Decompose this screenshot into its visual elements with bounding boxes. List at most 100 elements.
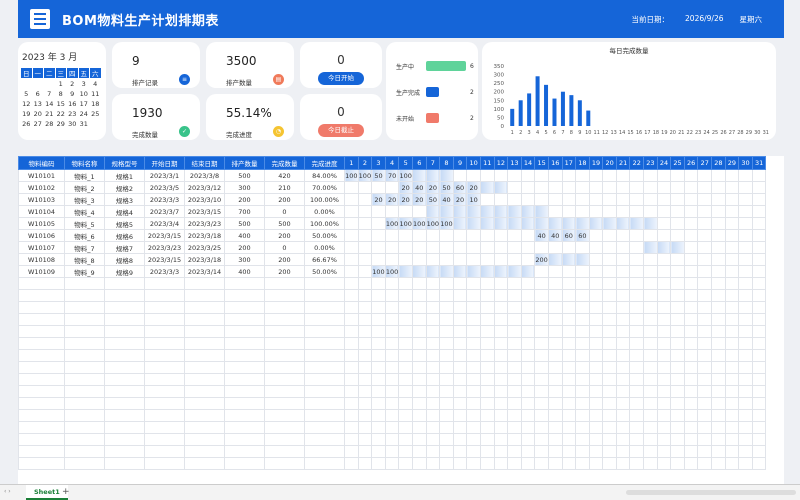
empty-cell[interactable] — [466, 301, 481, 314]
day-cell[interactable] — [371, 241, 386, 254]
day-cell[interactable] — [697, 193, 713, 206]
empty-cell[interactable] — [602, 385, 617, 398]
empty-cell[interactable] — [602, 409, 617, 422]
table-cell[interactable]: 200 — [264, 229, 305, 242]
empty-cell[interactable] — [534, 361, 549, 374]
empty-cell[interactable] — [144, 385, 185, 398]
gantt-cell[interactable] — [411, 169, 427, 182]
day-cell[interactable] — [439, 253, 454, 266]
gantt-cell[interactable]: 100 — [384, 265, 400, 278]
table-cell[interactable]: 200 — [264, 253, 305, 266]
empty-cell[interactable] — [398, 313, 413, 326]
empty-cell[interactable] — [371, 277, 386, 290]
day-cell[interactable] — [602, 181, 617, 194]
gantt-cell[interactable] — [602, 217, 617, 230]
day-cell[interactable] — [411, 229, 427, 242]
day-cell[interactable] — [479, 253, 495, 266]
table-cell[interactable]: 300 — [224, 253, 265, 266]
empty-cell[interactable] — [670, 457, 685, 470]
table-cell[interactable]: W10103 — [18, 193, 65, 206]
empty-cell[interactable] — [561, 397, 577, 410]
day-cell[interactable] — [738, 205, 753, 218]
empty-cell[interactable] — [683, 349, 699, 362]
empty-cell[interactable] — [615, 301, 631, 314]
empty-cell[interactable] — [561, 433, 577, 446]
empty-cell[interactable] — [493, 325, 509, 338]
empty-cell[interactable] — [466, 277, 481, 290]
empty-cell[interactable] — [738, 325, 753, 338]
empty-cell[interactable] — [629, 385, 645, 398]
empty-cell[interactable] — [371, 289, 386, 302]
empty-cell[interactable] — [466, 337, 481, 350]
empty-cell[interactable] — [371, 433, 386, 446]
empty-cell[interactable] — [547, 361, 563, 374]
day-cell[interactable] — [588, 169, 604, 182]
empty-cell[interactable] — [104, 289, 145, 302]
empty-cell[interactable] — [452, 325, 468, 338]
day-cell[interactable] — [466, 241, 481, 254]
day-cell[interactable] — [656, 265, 672, 278]
empty-cell[interactable] — [398, 445, 413, 458]
day-cell[interactable] — [398, 241, 413, 254]
empty-cell[interactable] — [575, 349, 590, 362]
empty-cell[interactable] — [264, 337, 305, 350]
calendar-day[interactable]: 18 — [90, 99, 102, 109]
empty-cell[interactable] — [184, 457, 225, 470]
empty-cell[interactable] — [264, 325, 305, 338]
empty-cell[interactable] — [439, 457, 454, 470]
gantt-cell[interactable] — [615, 217, 631, 230]
empty-cell[interactable] — [520, 277, 536, 290]
gantt-cell[interactable] — [575, 253, 590, 266]
empty-cell[interactable] — [656, 313, 672, 326]
empty-cell[interactable] — [520, 457, 536, 470]
gantt-cell[interactable]: 40 — [439, 193, 454, 206]
empty-cell[interactable] — [643, 445, 658, 458]
empty-cell[interactable] — [656, 349, 672, 362]
gantt-cell[interactable]: 20 — [452, 193, 468, 206]
empty-cell[interactable] — [304, 397, 345, 410]
empty-cell[interactable] — [561, 457, 577, 470]
day-cell[interactable] — [534, 241, 549, 254]
empty-cell[interactable] — [751, 325, 767, 338]
empty-cell[interactable] — [724, 337, 740, 350]
gantt-cell[interactable] — [520, 265, 536, 278]
empty-cell[interactable] — [670, 421, 685, 434]
empty-cell[interactable] — [683, 373, 699, 386]
gantt-cell[interactable] — [507, 217, 522, 230]
empty-cell[interactable] — [683, 445, 699, 458]
empty-cell[interactable] — [64, 277, 105, 290]
empty-cell[interactable] — [575, 313, 590, 326]
empty-cell[interactable] — [18, 433, 65, 446]
empty-cell[interactable] — [711, 325, 726, 338]
empty-cell[interactable] — [683, 337, 699, 350]
gantt-cell[interactable] — [520, 205, 536, 218]
empty-cell[interactable] — [304, 373, 345, 386]
empty-cell[interactable] — [738, 409, 753, 422]
empty-cell[interactable] — [398, 373, 413, 386]
column-header[interactable]: 排产数量 — [224, 156, 265, 170]
day-cell[interactable] — [697, 169, 713, 182]
day-header[interactable]: 8 — [439, 156, 454, 170]
empty-cell[interactable] — [575, 277, 590, 290]
calendar-day[interactable]: 26 — [21, 119, 33, 129]
day-cell[interactable] — [724, 205, 740, 218]
empty-cell[interactable] — [575, 373, 590, 386]
calendar-day[interactable] — [21, 79, 33, 89]
empty-cell[interactable] — [184, 349, 225, 362]
empty-cell[interactable] — [104, 313, 145, 326]
empty-cell[interactable] — [64, 349, 105, 362]
empty-cell[interactable] — [64, 385, 105, 398]
gantt-cell[interactable]: 20 — [398, 193, 413, 206]
empty-cell[interactable] — [144, 409, 185, 422]
table-cell[interactable]: 规格9 — [104, 265, 145, 278]
day-cell[interactable] — [371, 205, 386, 218]
empty-cell[interactable] — [547, 445, 563, 458]
empty-cell[interactable] — [357, 421, 373, 434]
day-header[interactable]: 20 — [602, 156, 617, 170]
empty-cell[interactable] — [534, 325, 549, 338]
day-cell[interactable] — [711, 241, 726, 254]
empty-cell[interactable] — [724, 277, 740, 290]
day-cell[interactable] — [683, 265, 699, 278]
gantt-cell[interactable] — [439, 265, 454, 278]
gantt-cell[interactable] — [452, 265, 468, 278]
